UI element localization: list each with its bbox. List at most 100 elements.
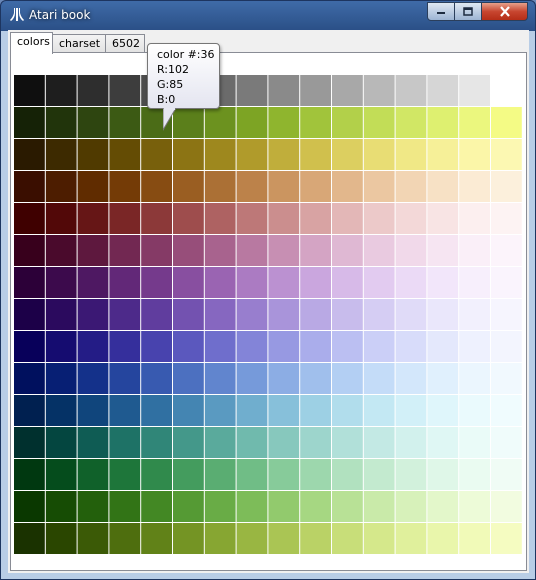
color-swatch-22[interactable] — [204, 107, 236, 138]
color-swatch-207[interactable] — [491, 459, 522, 490]
color-swatch-198[interactable] — [204, 459, 236, 490]
color-swatch-44[interactable] — [395, 139, 427, 170]
color-swatch-104[interactable] — [268, 267, 300, 298]
color-swatch-89[interactable] — [300, 235, 331, 266]
color-swatch-34[interactable] — [77, 139, 109, 170]
color-swatch-35[interactable] — [109, 139, 141, 170]
color-swatch-167[interactable] — [236, 395, 268, 426]
color-swatch-19[interactable] — [109, 107, 141, 138]
color-swatch-126[interactable] — [459, 299, 490, 330]
color-swatch-215[interactable] — [236, 491, 268, 522]
color-swatch-107[interactable] — [363, 267, 395, 298]
color-swatch-39[interactable] — [236, 139, 268, 170]
color-swatch-230[interactable] — [204, 523, 236, 554]
color-swatch-69[interactable] — [173, 203, 204, 234]
color-swatch-9[interactable] — [300, 75, 331, 106]
color-swatch-132[interactable] — [141, 331, 172, 362]
color-swatch-208[interactable] — [14, 491, 45, 522]
color-swatch-191[interactable] — [491, 427, 522, 458]
color-swatch-51[interactable] — [109, 171, 141, 202]
color-swatch-209[interactable] — [45, 491, 77, 522]
color-swatch-186[interactable] — [332, 427, 363, 458]
color-swatch-231[interactable] — [236, 523, 268, 554]
color-swatch-227[interactable] — [109, 523, 141, 554]
color-swatch-220[interactable] — [395, 491, 427, 522]
color-swatch-18[interactable] — [77, 107, 109, 138]
color-swatch-140[interactable] — [395, 331, 427, 362]
color-swatch-189[interactable] — [427, 427, 459, 458]
color-swatch-130[interactable] — [77, 331, 109, 362]
color-swatch-58[interactable] — [332, 171, 363, 202]
color-swatch-78[interactable] — [459, 203, 490, 234]
color-swatch-150[interactable] — [204, 363, 236, 394]
color-swatch-199[interactable] — [236, 459, 268, 490]
color-swatch-212[interactable] — [141, 491, 172, 522]
color-swatch-86[interactable] — [204, 235, 236, 266]
color-swatch-29[interactable] — [427, 107, 459, 138]
color-swatch-17[interactable] — [45, 107, 77, 138]
color-swatch-100[interactable] — [141, 267, 172, 298]
color-swatch-118[interactable] — [204, 299, 236, 330]
color-swatch-57[interactable] — [300, 171, 331, 202]
color-swatch-157[interactable] — [427, 363, 459, 394]
color-swatch-196[interactable] — [141, 459, 172, 490]
color-swatch-225[interactable] — [45, 523, 77, 554]
color-swatch-116[interactable] — [141, 299, 172, 330]
color-swatch-12[interactable] — [395, 75, 427, 106]
color-swatch-182[interactable] — [204, 427, 236, 458]
color-swatch-37[interactable] — [173, 139, 204, 170]
color-swatch-161[interactable] — [45, 395, 77, 426]
color-swatch-23[interactable] — [236, 107, 268, 138]
color-swatch-71[interactable] — [236, 203, 268, 234]
color-swatch-30[interactable] — [459, 107, 490, 138]
color-swatch-205[interactable] — [427, 459, 459, 490]
color-swatch-26[interactable] — [332, 107, 363, 138]
color-swatch-202[interactable] — [332, 459, 363, 490]
color-swatch-32[interactable] — [14, 139, 45, 170]
color-swatch-148[interactable] — [141, 363, 172, 394]
color-swatch-63[interactable] — [491, 171, 522, 202]
color-swatch-8[interactable] — [268, 75, 300, 106]
color-swatch-47[interactable] — [491, 139, 522, 170]
color-swatch-187[interactable] — [363, 427, 395, 458]
color-swatch-70[interactable] — [204, 203, 236, 234]
color-swatch-61[interactable] — [427, 171, 459, 202]
color-swatch-222[interactable] — [459, 491, 490, 522]
color-swatch-166[interactable] — [204, 395, 236, 426]
color-swatch-237[interactable] — [427, 523, 459, 554]
color-swatch-180[interactable] — [141, 427, 172, 458]
color-swatch-84[interactable] — [141, 235, 172, 266]
color-swatch-156[interactable] — [395, 363, 427, 394]
color-swatch-129[interactable] — [45, 331, 77, 362]
color-swatch-169[interactable] — [300, 395, 331, 426]
color-swatch-158[interactable] — [459, 363, 490, 394]
color-swatch-49[interactable] — [45, 171, 77, 202]
color-swatch-190[interactable] — [459, 427, 490, 458]
color-swatch-16[interactable] — [14, 107, 45, 138]
color-swatch-33[interactable] — [45, 139, 77, 170]
color-swatch-103[interactable] — [236, 267, 268, 298]
color-swatch-226[interactable] — [77, 523, 109, 554]
color-swatch-36[interactable] — [141, 139, 172, 170]
color-swatch-206[interactable] — [459, 459, 490, 490]
color-swatch-117[interactable] — [173, 299, 204, 330]
color-swatch-213[interactable] — [173, 491, 204, 522]
color-swatch-62[interactable] — [459, 171, 490, 202]
color-swatch-113[interactable] — [45, 299, 77, 330]
color-swatch-119[interactable] — [236, 299, 268, 330]
color-swatch-88[interactable] — [268, 235, 300, 266]
color-swatch-55[interactable] — [236, 171, 268, 202]
color-swatch-109[interactable] — [427, 267, 459, 298]
color-swatch-110[interactable] — [459, 267, 490, 298]
color-swatch-131[interactable] — [109, 331, 141, 362]
color-swatch-72[interactable] — [268, 203, 300, 234]
color-swatch-120[interactable] — [268, 299, 300, 330]
color-swatch-217[interactable] — [300, 491, 331, 522]
color-swatch-235[interactable] — [363, 523, 395, 554]
color-swatch-41[interactable] — [300, 139, 331, 170]
color-swatch-210[interactable] — [77, 491, 109, 522]
color-swatch-75[interactable] — [363, 203, 395, 234]
color-swatch-141[interactable] — [427, 331, 459, 362]
color-swatch-54[interactable] — [204, 171, 236, 202]
color-swatch-232[interactable] — [268, 523, 300, 554]
